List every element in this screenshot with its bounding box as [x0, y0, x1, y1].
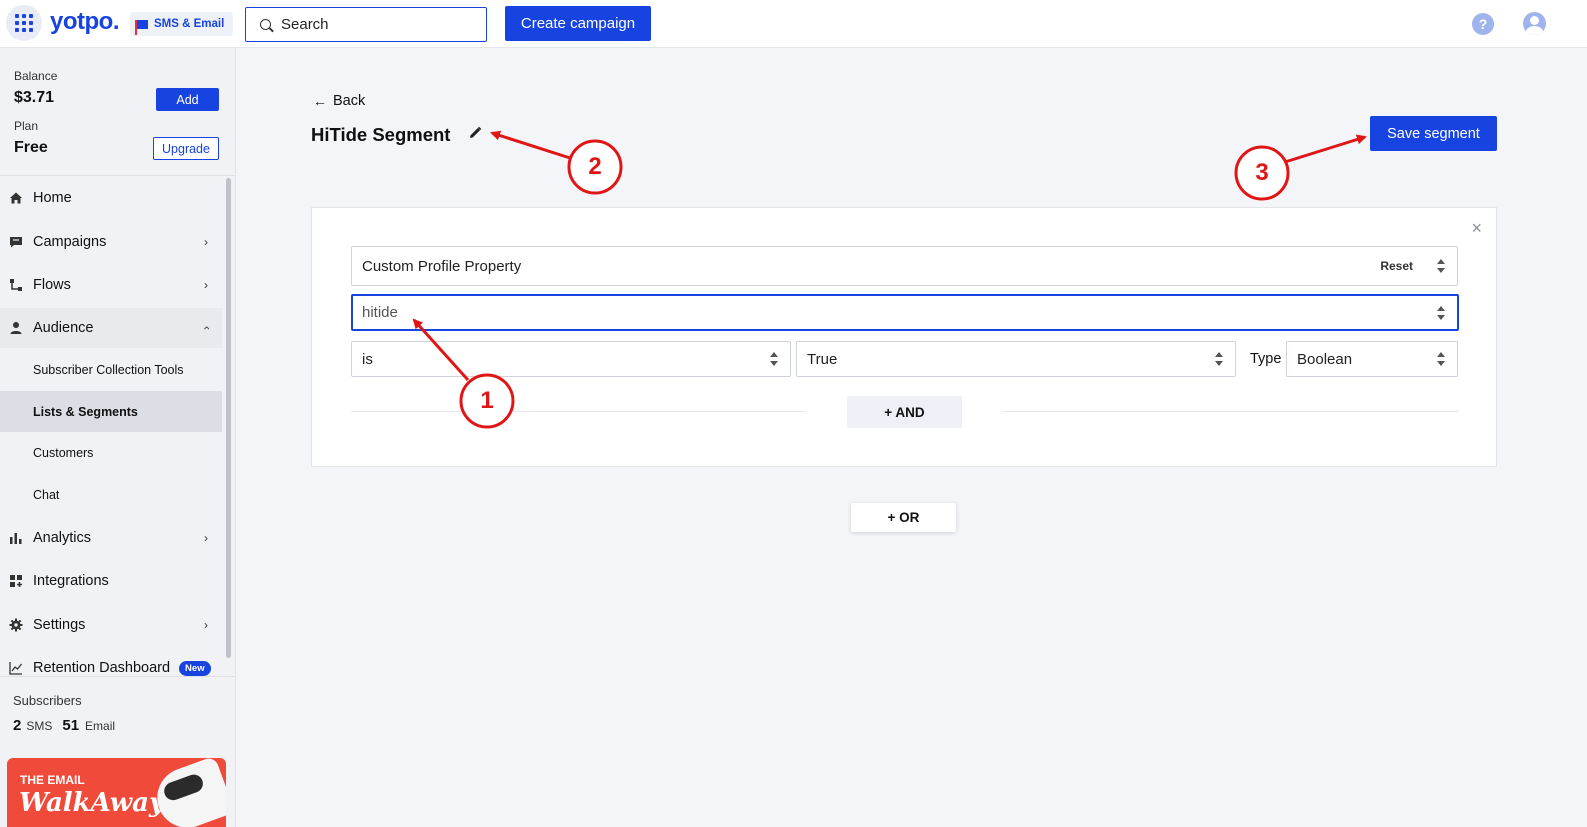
product-switcher[interactable]: SMS & Email: [130, 12, 234, 36]
promo-line1: THE EMAIL: [20, 773, 85, 787]
user-avatar-icon[interactable]: [1523, 12, 1546, 35]
search-box[interactable]: [245, 7, 487, 42]
balance-label: Balance: [14, 69, 58, 83]
pencil-icon[interactable]: [468, 126, 482, 140]
subscriber-counts: 2 SMS 51 Email: [13, 717, 115, 734]
sidebar-scrollbar[interactable]: [226, 178, 231, 658]
chevron-right-icon: ›: [204, 531, 208, 545]
nav-integrations[interactable]: Integrations: [0, 561, 222, 601]
select-arrows-icon: [1437, 259, 1445, 273]
home-icon: [10, 192, 22, 204]
property-name-select[interactable]: hitide: [351, 294, 1459, 331]
annotation-3-number: 3: [1255, 159, 1269, 186]
analytics-icon: [10, 533, 22, 544]
email-label: Email: [85, 719, 116, 733]
operator-select[interactable]: is: [351, 341, 791, 377]
top-bar: yotpo. SMS & Email Create campaign ?: [0, 0, 1587, 48]
nav-home[interactable]: Home: [0, 178, 222, 218]
select-arrows-icon: [1437, 352, 1445, 366]
nav-chat[interactable]: Chat: [0, 474, 222, 515]
value-select[interactable]: True: [796, 341, 1236, 377]
chevron-right-icon: ›: [204, 235, 208, 249]
line-chart-icon: [9, 662, 23, 675]
reset-link[interactable]: Reset: [1380, 259, 1413, 273]
add-and-button[interactable]: + AND: [847, 396, 962, 428]
email-count: 51: [62, 717, 80, 734]
nav-analytics[interactable]: Analytics ›: [0, 518, 222, 558]
nav-audience[interactable]: Audience ›: [0, 308, 222, 348]
promo-line2: WalkAway: [19, 788, 165, 818]
nav-subscriber-collection-tools[interactable]: Subscriber Collection Tools: [0, 349, 222, 390]
chevron-right-icon: ›: [204, 618, 208, 632]
divider-right: [1002, 411, 1459, 412]
yotpo-logo[interactable]: yotpo.: [50, 8, 120, 36]
sidebar: Balance $3.71 Add Plan Free Upgrade Home…: [0, 48, 236, 827]
annotation-2-number: 2: [588, 153, 602, 180]
property-type-value: Custom Profile Property: [362, 257, 522, 275]
create-campaign-button[interactable]: Create campaign: [505, 6, 651, 41]
nav-analytics-label: Analytics: [33, 530, 92, 546]
segment-title: HiTide Segment: [311, 124, 451, 145]
divider-left: [351, 411, 806, 412]
chevron-right-icon: ›: [204, 278, 208, 292]
sms-count: 2: [13, 717, 22, 734]
nav-home-label: Home: [33, 190, 72, 206]
flows-icon: [10, 279, 22, 291]
integrations-icon: [10, 575, 22, 587]
balance-value: $3.71: [14, 89, 55, 106]
operator-value: is: [362, 350, 373, 368]
subscribers-summary: Subscribers 2 SMS 51 Email: [0, 676, 235, 756]
nav-integrations-label: Integrations: [33, 573, 109, 589]
type-value: Boolean: [1297, 350, 1353, 368]
nav-flows[interactable]: Flows ›: [0, 265, 222, 305]
nav-settings-label: Settings: [33, 617, 86, 633]
type-select[interactable]: Boolean: [1286, 341, 1458, 377]
plan-label: Plan: [14, 119, 39, 133]
nav-flows-label: Flows: [33, 277, 71, 293]
promo-banner[interactable]: THE EMAIL WalkAway: [7, 758, 226, 827]
value-value: True: [807, 350, 838, 368]
new-badge: New: [179, 660, 211, 676]
select-arrows-icon: [1437, 305, 1445, 320]
property-name-value: hitide: [362, 304, 398, 321]
nav-campaigns-label: Campaigns: [33, 234, 107, 250]
nav-campaigns[interactable]: Campaigns ›: [0, 222, 222, 262]
save-segment-button[interactable]: Save segment: [1370, 116, 1497, 151]
flag-icon: [135, 19, 148, 35]
search-input[interactable]: [281, 16, 461, 33]
apps-grid-icon[interactable]: [6, 5, 42, 41]
select-arrows-icon: [1215, 352, 1223, 366]
nav-lists-segments[interactable]: Lists & Segments: [0, 391, 222, 432]
add-or-button[interactable]: + OR: [851, 503, 956, 532]
nav-customers[interactable]: Customers: [0, 432, 222, 473]
select-arrows-icon: [770, 352, 778, 366]
annotation-1-number: 1: [480, 387, 494, 414]
product-label: SMS & Email: [154, 18, 225, 30]
property-type-select[interactable]: Custom Profile Property Reset: [351, 246, 1458, 286]
type-label: Type: [1250, 351, 1282, 367]
condition-group-card: × Custom Profile Property Reset hitide i…: [311, 207, 1497, 467]
audience-icon: [10, 322, 22, 334]
subscribers-label: Subscribers: [13, 693, 82, 708]
account-summary: Balance $3.71 Add Plan Free Upgrade: [0, 48, 235, 176]
nav-retention-label: Retention Dashboard: [33, 660, 171, 676]
arrow-left-icon: ←: [313, 93, 327, 109]
nav-settings[interactable]: Settings ›: [0, 605, 222, 645]
back-label: Back: [333, 93, 366, 109]
add-balance-button[interactable]: Add: [156, 88, 219, 111]
sms-label: SMS: [26, 719, 53, 733]
gear-icon: [9, 618, 23, 632]
chevron-up-icon: ›: [199, 326, 213, 330]
upgrade-button[interactable]: Upgrade: [153, 137, 219, 160]
plan-value: Free: [14, 139, 48, 156]
nav-audience-label: Audience: [33, 320, 94, 336]
close-icon[interactable]: ×: [1471, 218, 1482, 239]
campaigns-icon: [10, 237, 22, 248]
search-icon: [260, 19, 271, 30]
help-icon[interactable]: ?: [1472, 13, 1494, 35]
back-link[interactable]: ← Back: [313, 93, 365, 109]
